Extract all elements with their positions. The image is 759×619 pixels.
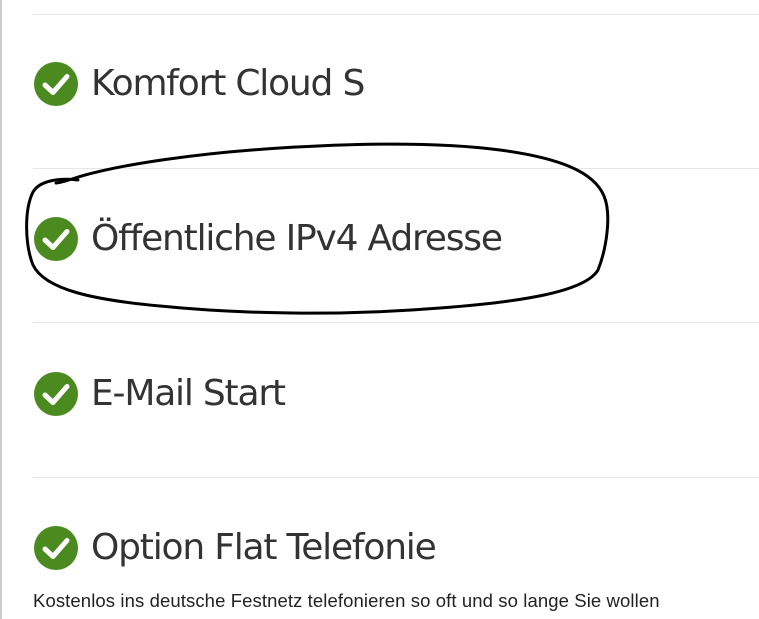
- feature-title: Option Flat Telefonie: [91, 527, 437, 568]
- divider: [33, 14, 759, 15]
- check-circle-icon: [34, 372, 78, 416]
- check-circle-icon: [34, 526, 78, 570]
- feature-item-komfort-cloud: Komfort Cloud S: [33, 61, 759, 107]
- divider: [33, 322, 759, 323]
- feature-item-ipv4: Öffentliche IPv4 Adresse: [33, 216, 759, 262]
- divider: [33, 477, 759, 478]
- divider: [33, 168, 759, 169]
- feature-item-flat-telefonie: Option Flat Telefonie: [33, 525, 759, 571]
- feature-description: Kostenlos ins deutsche Festnetz telefoni…: [33, 590, 660, 611]
- check-circle-icon: [34, 62, 78, 106]
- feature-title: Komfort Cloud S: [91, 63, 365, 104]
- check-circle-icon: [34, 217, 78, 261]
- feature-title: Öffentliche IPv4 Adresse: [91, 218, 503, 259]
- feature-item-email: E-Mail Start: [33, 371, 759, 417]
- feature-title: E-Mail Start: [91, 373, 286, 414]
- left-border: [0, 0, 2, 619]
